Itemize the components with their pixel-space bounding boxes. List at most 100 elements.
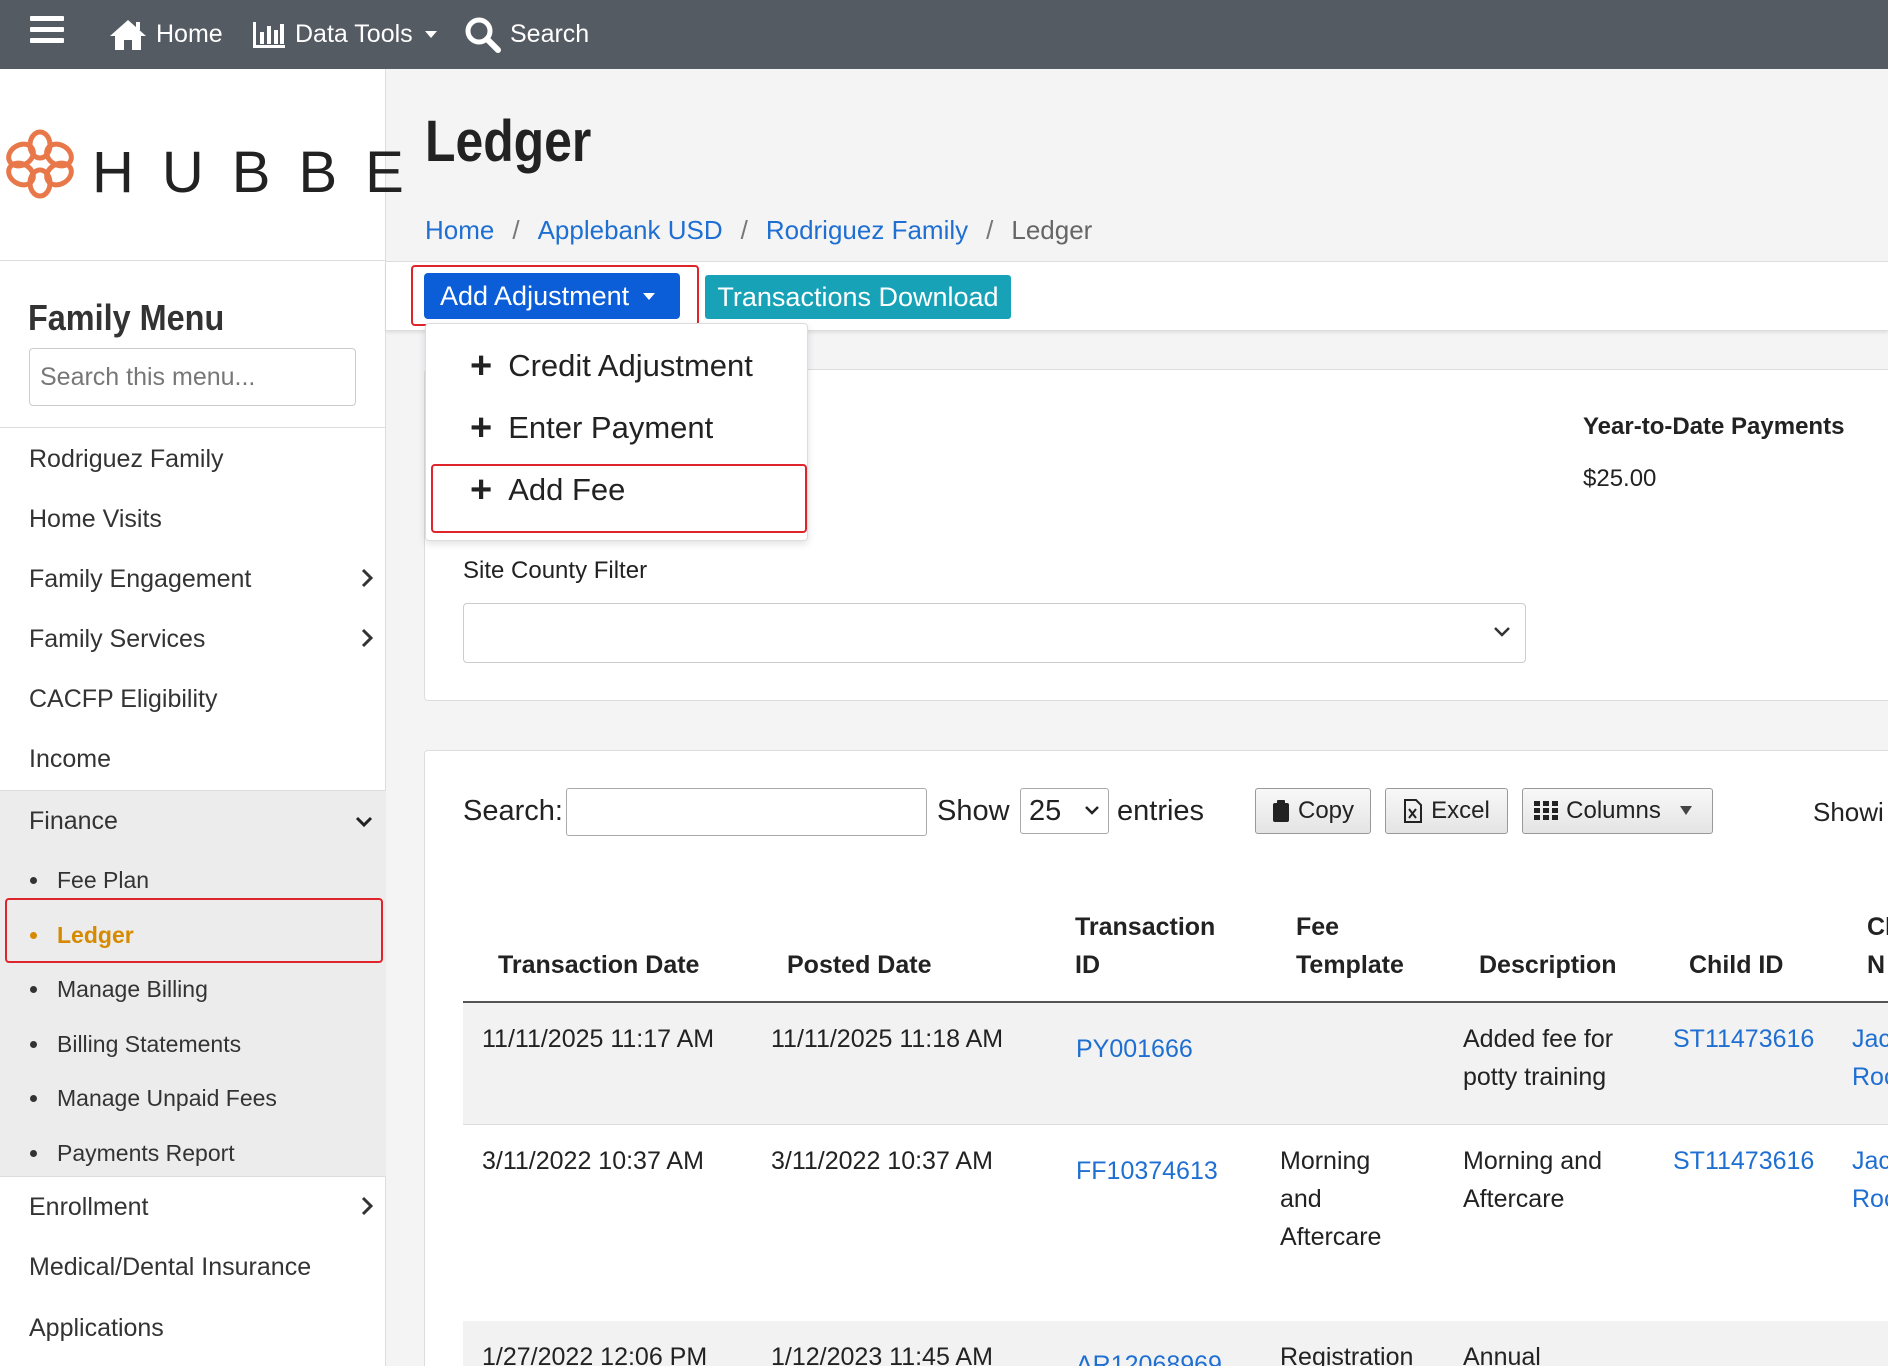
sidebar: HUBBE Family Menu Rodriguez Family Home …: [0, 69, 404, 1366]
sidebar-item-finance[interactable]: Finance: [0, 791, 386, 851]
caret-down-icon: [424, 31, 437, 38]
sidebar-subitem-ledger[interactable]: Ledger: [30, 910, 134, 960]
sidebar-item-label: Family Services: [29, 624, 206, 653]
cell-transaction-date: 11/11/2025 11:17 AM: [482, 1025, 715, 1053]
transactions-download-button[interactable]: Transactions Download: [705, 275, 1011, 319]
columns-button[interactable]: Columns: [1522, 788, 1713, 834]
cell-child-id-link[interactable]: ST11473616: [1673, 1020, 1814, 1058]
sidebar-subitem-label: Manage Billing: [57, 975, 208, 1002]
col-header-fee-template[interactable]: Fee Template: [1296, 908, 1404, 984]
breadcrumb-separator: /: [512, 215, 520, 245]
copy-button[interactable]: Copy: [1255, 788, 1371, 834]
site-county-filter-select[interactable]: [463, 603, 1526, 663]
finance-section: Finance Fee Plan Ledger Manage Billing B…: [0, 790, 386, 1177]
sidebar-subitem-billing-statements[interactable]: Billing Statements: [30, 1019, 241, 1069]
chevron-down-icon: [355, 816, 373, 828]
bullet-icon: [30, 1149, 37, 1157]
breadcrumb-separator: /: [986, 215, 994, 245]
sidebar-item-label: Family Engagement: [29, 564, 252, 593]
nav-home[interactable]: Home: [108, 0, 223, 69]
clipboard-icon: [1272, 800, 1289, 822]
sidebar-item-label: Medical/Dental Insurance: [29, 1252, 312, 1281]
nav-search[interactable]: Search: [464, 0, 589, 69]
cell-description: Morning and Aftercare: [1463, 1147, 1602, 1213]
columns-label: Columns: [1566, 797, 1661, 824]
breadcrumb-district-link[interactable]: Applebank USD: [538, 215, 723, 246]
sidebar-item-label: Enrollment: [29, 1192, 149, 1221]
sidebar-subitem-manage-billing[interactable]: Manage Billing: [30, 964, 208, 1014]
cell-transaction-id-link[interactable]: AR12068969: [1076, 1346, 1222, 1366]
sidebar-subitem-label: Fee Plan: [57, 866, 150, 893]
bullet-icon: [30, 985, 37, 993]
sidebar-subitem-payments-report[interactable]: Payments Report: [30, 1128, 235, 1178]
col-header-transaction-id[interactable]: Transaction ID: [1075, 908, 1215, 984]
page-size-value: 25: [1029, 794, 1062, 827]
sidebar-item-family-services[interactable]: Family Services: [0, 609, 386, 669]
dropdown-item-credit-adjustment[interactable]: + Credit Adjustment: [470, 338, 753, 394]
bar-chart-icon: [253, 21, 285, 48]
ytd-payments-value: $25.00: [1583, 465, 1657, 492]
sidebar-subitem-label: Billing Statements: [57, 1030, 242, 1057]
cell-transaction-id-link[interactable]: FF10374613: [1076, 1152, 1218, 1190]
col-header-child-id[interactable]: Child ID: [1689, 946, 1783, 984]
site-county-filter-label: Site County Filter: [463, 557, 648, 584]
page-size-select[interactable]: 25: [1020, 788, 1109, 834]
sidebar-item-rodriguez-family[interactable]: Rodriguez Family: [0, 429, 386, 489]
col-header-transaction-date[interactable]: Transaction Date: [498, 946, 699, 984]
chevron-down-icon: [1494, 627, 1510, 637]
plus-icon: +: [470, 469, 493, 511]
col-header-child-name[interactable]: Cl N: [1867, 908, 1888, 984]
cell-posted-date: 3/11/2022 10:37 AM: [771, 1147, 993, 1175]
dropdown-item-add-fee[interactable]: + Add Fee: [470, 462, 625, 518]
chevron-right-icon: [361, 568, 374, 588]
plus-icon: +: [470, 407, 493, 449]
menu-search-input[interactable]: [29, 348, 356, 406]
caret-down-icon: [643, 292, 656, 300]
bullet-icon: [30, 931, 37, 939]
table-search-input[interactable]: [566, 788, 927, 836]
sidebar-item-medical-dental-insurance[interactable]: Medical/Dental Insurance: [0, 1237, 386, 1297]
sidebar-item-income[interactable]: Income: [0, 729, 386, 789]
nav-data-tools-label: Data Tools: [295, 20, 413, 48]
excel-button[interactable]: Excel: [1385, 788, 1508, 834]
brand-area: HUBBE: [0, 69, 404, 261]
add-adjustment-button[interactable]: Add Adjustment: [424, 273, 680, 319]
cell-transaction-date: 1/27/2022 12:06 PM: [482, 1343, 708, 1366]
sidebar-item-label: CACFP Eligibility: [29, 684, 218, 713]
sidebar-item-family-engagement[interactable]: Family Engagement: [0, 549, 386, 609]
cell-transaction-id-link[interactable]: PY001666: [1076, 1030, 1193, 1068]
cell-posted-date: 1/12/2023 11:45 AM: [771, 1343, 993, 1366]
hamburger-menu-icon[interactable]: [30, 16, 64, 46]
cell-posted-date: 11/11/2025 11:18 AM: [771, 1025, 1004, 1053]
breadcrumb-home-link[interactable]: Home: [425, 215, 494, 246]
breadcrumb-current: Ledger: [1011, 215, 1093, 245]
dropdown-item-enter-payment[interactable]: + Enter Payment: [470, 400, 713, 456]
chevron-down-icon: [1085, 806, 1099, 815]
sidebar-item-home-visits[interactable]: Home Visits: [0, 489, 386, 549]
sidebar-subitem-manage-unpaid-fees[interactable]: Manage Unpaid Fees: [30, 1073, 277, 1123]
sidebar-item-label: Applications: [29, 1313, 164, 1342]
row-divider: [463, 1124, 1888, 1125]
cell-child-name-link[interactable]: Jac Roc: [1852, 1020, 1888, 1096]
sidebar-item-cacfp-eligibility[interactable]: CACFP Eligibility: [0, 669, 386, 729]
plus-icon: +: [470, 345, 493, 387]
breadcrumb-family-link[interactable]: Rodriguez Family: [766, 215, 968, 246]
dropdown-item-label: Enter Payment: [508, 410, 714, 445]
grid-icon: [1534, 801, 1559, 820]
add-adjustment-label: Add Adjustment: [440, 280, 630, 311]
cell-description: Added fee for potty training: [1463, 1025, 1614, 1091]
showing-info: Showi: [1813, 797, 1884, 827]
cell-child-id-link[interactable]: ST11473616: [1673, 1142, 1814, 1180]
sidebar-subitem-label: Ledger: [57, 921, 134, 948]
col-header-posted-date[interactable]: Posted Date: [787, 946, 931, 984]
nav-data-tools[interactable]: Data Tools: [251, 0, 437, 69]
sidebar-item-enrollment[interactable]: Enrollment: [0, 1177, 386, 1237]
copy-label: Copy: [1297, 797, 1355, 824]
sidebar-item-applications[interactable]: Applications: [0, 1298, 386, 1358]
col-header-description[interactable]: Description: [1479, 946, 1617, 984]
sidebar-subitem-label: Payments Report: [57, 1139, 235, 1166]
add-adjustment-dropdown: + Credit Adjustment + Enter Payment + Add F…: [425, 323, 808, 541]
cell-child-name-link[interactable]: Jac Roc: [1852, 1142, 1888, 1218]
sidebar-subitem-fee-plan[interactable]: Fee Plan: [30, 855, 149, 905]
table-search-label: Search:: [463, 795, 563, 827]
